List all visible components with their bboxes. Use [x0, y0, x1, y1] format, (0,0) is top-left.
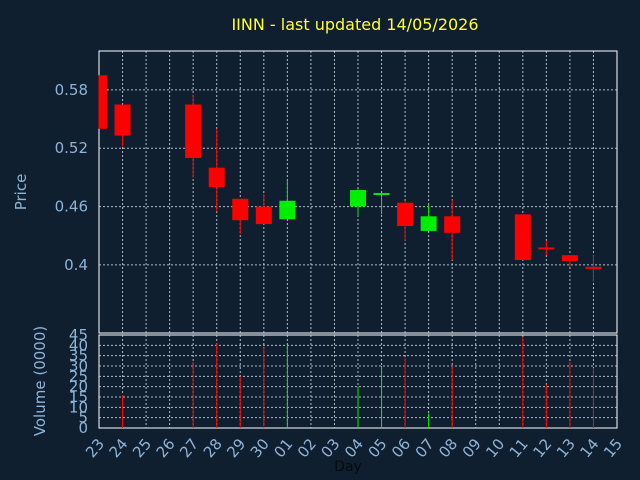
candle-body	[444, 216, 461, 233]
candle-body	[420, 216, 437, 231]
price-tick-label: 0.46	[55, 198, 88, 216]
price-axis-label: Price	[12, 174, 30, 211]
candle-body	[255, 206, 272, 225]
candle-body	[350, 190, 366, 207]
price-panel: 0.58 0.52 0.46 0.4	[55, 50, 618, 334]
x-tick-label: 27	[176, 435, 202, 461]
x-tick-label: 29	[223, 435, 249, 461]
x-tick-label: 14	[576, 435, 602, 461]
x-tick-label: 03	[317, 435, 343, 461]
price-tick-label: 0.52	[55, 139, 88, 157]
price-tick-label: 0.58	[55, 81, 88, 99]
volume-tick-label: 45	[69, 326, 88, 344]
x-tick-label: 25	[129, 435, 155, 461]
chart-title: IINN - last updated 14/05/2026	[231, 15, 478, 34]
candle-body	[279, 200, 296, 220]
x-tick-label: 05	[365, 435, 391, 461]
volume-panel: 051015202530354045	[69, 326, 618, 437]
candle-body	[585, 266, 602, 269]
x-tick-label: 23	[82, 435, 108, 461]
candlestick-chart: IINN - last updated 14/05/2026 0.580.520…	[12, 15, 626, 475]
x-tick-label: 26	[153, 435, 179, 461]
x-tick-label: 12	[529, 435, 555, 461]
x-tick-label: 04	[341, 435, 367, 461]
x-tick-label: 15	[600, 435, 626, 461]
x-tick-label: 08	[435, 435, 461, 461]
candle-body	[373, 192, 390, 195]
candle-body	[397, 202, 414, 227]
price-tick-label: 0.4	[64, 256, 88, 274]
x-tick-label: 10	[482, 435, 508, 461]
x-tick-label: 28	[200, 435, 226, 461]
x-tick-label: 09	[459, 435, 485, 461]
x-tick-label: 11	[506, 435, 532, 461]
candle-body	[99, 75, 107, 129]
x-tick-label: 13	[553, 435, 579, 461]
x-tick-label: 30	[247, 435, 273, 461]
x-tick-label: 24	[106, 435, 132, 461]
x-tick-label: 02	[294, 435, 320, 461]
x-axis: 2324252627282930010203040506070809101112…	[82, 435, 626, 461]
candle-body	[514, 214, 531, 261]
volume-axis-label: Volume (0000)	[31, 326, 49, 436]
x-axis-label: Day	[334, 459, 362, 475]
candle-body	[538, 247, 555, 250]
candle-body	[114, 104, 131, 136]
candle-body	[232, 198, 249, 221]
candle-body	[561, 255, 578, 262]
x-tick-label: 07	[412, 435, 438, 461]
x-tick-label: 01	[270, 435, 296, 461]
candle-body	[208, 167, 225, 188]
x-tick-label: 06	[388, 435, 414, 461]
candle-body	[185, 104, 202, 158]
